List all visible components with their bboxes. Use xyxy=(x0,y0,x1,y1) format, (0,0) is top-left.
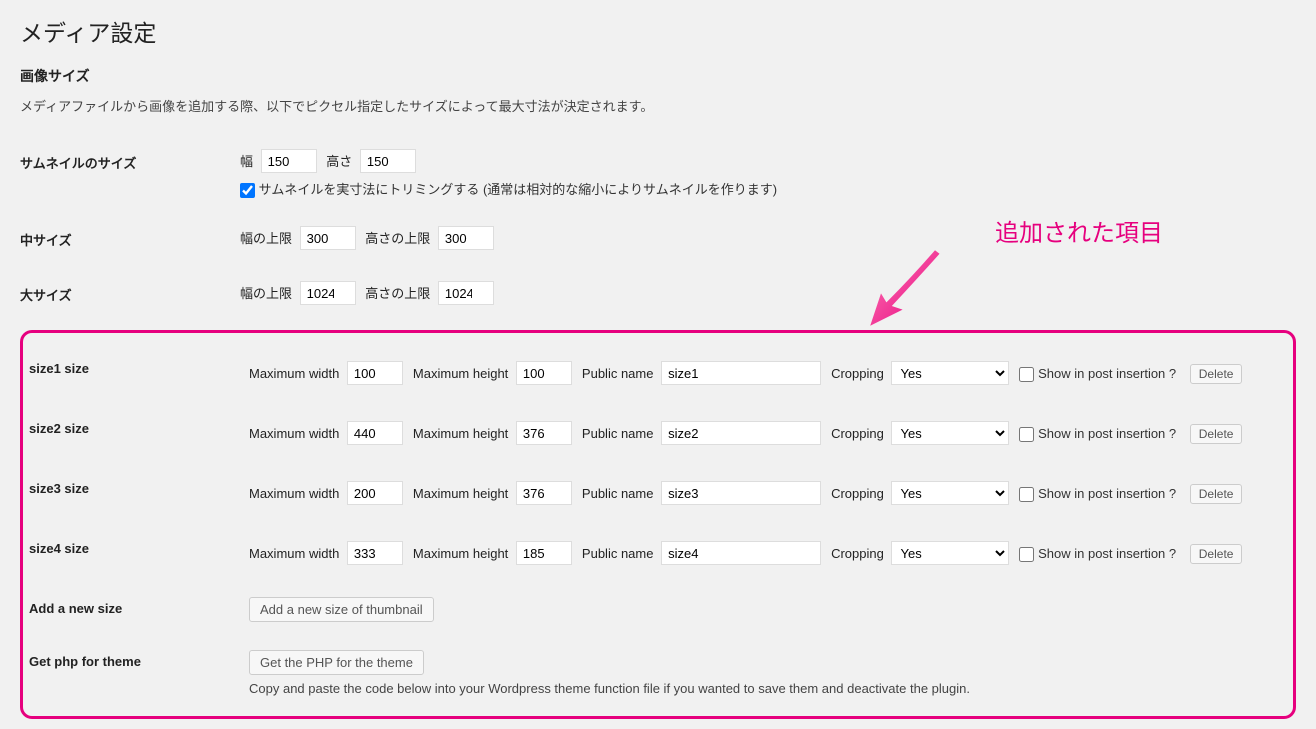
add-new-size-button[interactable]: Add a new size of thumbnail xyxy=(249,597,434,622)
cropping-select[interactable]: Yes xyxy=(891,361,1009,385)
size-name-input[interactable] xyxy=(661,541,821,565)
size-height-input[interactable] xyxy=(516,541,572,565)
cropping-label: Cropping xyxy=(831,426,884,441)
size-width-input[interactable] xyxy=(347,361,403,385)
arrow-icon xyxy=(863,243,953,333)
show-in-post-label: Show in post insertion ? xyxy=(1038,366,1176,381)
delete-button[interactable]: Delete xyxy=(1190,544,1243,564)
medium-height-input[interactable] xyxy=(438,226,494,250)
height-limit-label: 高さの上限 xyxy=(365,286,430,301)
delete-button[interactable]: Delete xyxy=(1190,364,1243,384)
size-width-input[interactable] xyxy=(347,541,403,565)
height-label: 高さ xyxy=(326,154,352,169)
size-height-input[interactable] xyxy=(516,361,572,385)
width-limit-label: 幅の上限 xyxy=(240,231,292,246)
get-php-label: Get php for theme xyxy=(29,636,249,710)
page-title: メディア設定 xyxy=(20,14,1296,48)
show-in-post-checkbox[interactable] xyxy=(1019,487,1034,502)
show-in-post-label: Show in post insertion ? xyxy=(1038,426,1176,441)
max-height-label: Maximum height xyxy=(413,426,508,441)
size-height-input[interactable] xyxy=(516,481,572,505)
size-row-label: size4 size xyxy=(29,523,249,583)
show-in-post-checkbox[interactable] xyxy=(1019,367,1034,382)
section-title: 画像サイズ xyxy=(20,66,1296,86)
max-height-label: Maximum height xyxy=(413,546,508,561)
delete-button[interactable]: Delete xyxy=(1190,484,1243,504)
show-in-post-label: Show in post insertion ? xyxy=(1038,486,1176,501)
size-height-input[interactable] xyxy=(516,421,572,445)
size-row-label: size2 size xyxy=(29,403,249,463)
max-height-label: Maximum height xyxy=(413,486,508,501)
cropping-label: Cropping xyxy=(831,486,884,501)
size-name-input[interactable] xyxy=(661,481,821,505)
thumbnail-label: サムネイルのサイズ xyxy=(20,135,240,212)
show-in-post-checkbox[interactable] xyxy=(1019,427,1034,442)
large-height-input[interactable] xyxy=(438,281,494,305)
max-width-label: Maximum width xyxy=(249,366,339,381)
thumbnail-height-input[interactable] xyxy=(360,149,416,173)
cropping-label: Cropping xyxy=(831,546,884,561)
large-label: 大サイズ xyxy=(20,267,240,322)
thumbnail-crop-checkbox[interactable] xyxy=(240,183,255,198)
get-php-note: Copy and paste the code below into your … xyxy=(249,681,1287,696)
size-width-input[interactable] xyxy=(347,421,403,445)
large-width-input[interactable] xyxy=(300,281,356,305)
max-height-label: Maximum height xyxy=(413,366,508,381)
public-name-label: Public name xyxy=(582,366,654,381)
max-width-label: Maximum width xyxy=(249,426,339,441)
width-limit-label: 幅の上限 xyxy=(240,286,292,301)
public-name-label: Public name xyxy=(582,426,654,441)
get-php-button[interactable]: Get the PHP for the theme xyxy=(249,650,424,675)
public-name-label: Public name xyxy=(582,546,654,561)
cropping-select[interactable]: Yes xyxy=(891,481,1009,505)
width-label: 幅 xyxy=(240,154,253,169)
size-row-label: size1 size xyxy=(29,343,249,403)
size-row-label: size3 size xyxy=(29,463,249,523)
cropping-select[interactable]: Yes xyxy=(891,541,1009,565)
add-new-size-label: Add a new size xyxy=(29,583,249,636)
cropping-label: Cropping xyxy=(831,366,884,381)
medium-width-input[interactable] xyxy=(300,226,356,250)
show-in-post-checkbox[interactable] xyxy=(1019,547,1034,562)
section-description: メディアファイルから画像を追加する際、以下でピクセル指定したサイズによって最大寸… xyxy=(20,96,1296,115)
added-items-section: 追加された項目 size1 sizeMaximum width Maximum … xyxy=(20,330,1296,719)
max-width-label: Maximum width xyxy=(249,546,339,561)
size-name-input[interactable] xyxy=(661,361,821,385)
public-name-label: Public name xyxy=(582,486,654,501)
cropping-select[interactable]: Yes xyxy=(891,421,1009,445)
medium-label: 中サイズ xyxy=(20,212,240,267)
delete-button[interactable]: Delete xyxy=(1190,424,1243,444)
max-width-label: Maximum width xyxy=(249,486,339,501)
thumbnail-width-input[interactable] xyxy=(261,149,317,173)
size-name-input[interactable] xyxy=(661,421,821,445)
thumbnail-crop-label: サムネイルを実寸法にトリミングする (通常は相対的な縮小によりサムネイルを作りま… xyxy=(259,182,778,197)
size-width-input[interactable] xyxy=(347,481,403,505)
height-limit-label: 高さの上限 xyxy=(365,231,430,246)
callout-label: 追加された項目 xyxy=(995,213,1163,248)
show-in-post-label: Show in post insertion ? xyxy=(1038,546,1176,561)
